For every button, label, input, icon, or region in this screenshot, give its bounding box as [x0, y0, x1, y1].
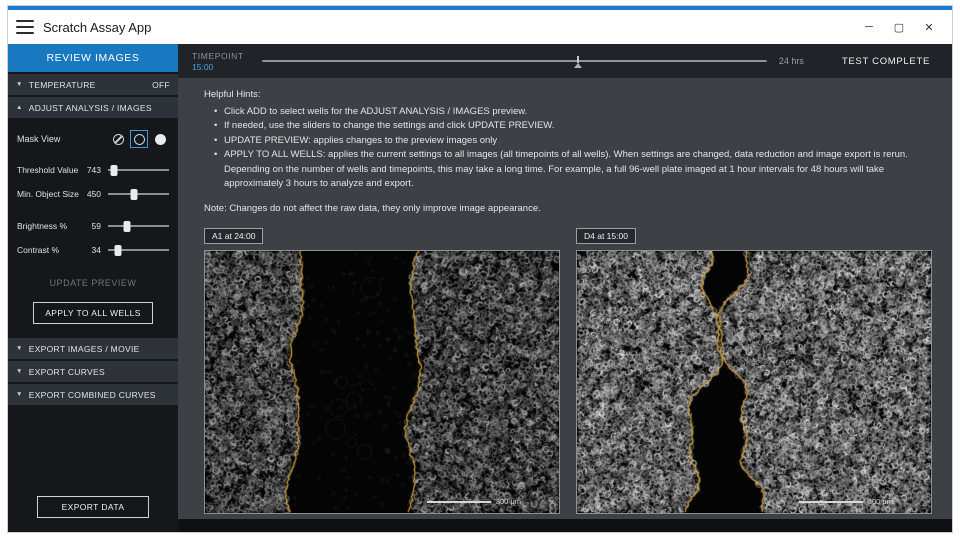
window-bottom-edge [178, 519, 952, 532]
min-object-size-value: 450 [81, 189, 101, 199]
hints-note: Note: Changes do not affect the raw data… [204, 202, 916, 217]
review-images-tab[interactable]: REVIEW IMAGES [8, 44, 178, 72]
contrast-slider[interactable] [108, 243, 169, 257]
chevron-down-icon: ▼ [16, 345, 23, 352]
min-object-size-label: Min. Object Size [17, 189, 81, 199]
scale-bar: 300 μm [799, 497, 893, 506]
export-images-movie-label: EXPORT IMAGES / MOVIE [29, 344, 140, 354]
mask-view-row: Mask View [17, 130, 169, 148]
threshold-label: Threshold Value [17, 165, 81, 175]
section-temperature[interactable]: ▼ TEMPERATURE OFF [8, 74, 178, 95]
threshold-slider[interactable] [108, 163, 169, 177]
timepoint-label: TIMEPOINT [192, 51, 250, 61]
section-adjust-label: ADJUST ANALYSIS / IMAGES [29, 103, 152, 113]
mask-view-none-button[interactable] [109, 130, 127, 148]
timepoint-group: TIMEPOINT 15:00 [192, 51, 250, 72]
scale-bar-line [799, 501, 863, 503]
microscopy-image [205, 251, 559, 513]
well-panel-a1: A1 at 24:00 300 μm [204, 228, 560, 514]
hints-title: Helpful Hints: [204, 88, 916, 103]
well-panel-d4: D4 at 15:00 300 μm [576, 228, 932, 514]
title-bar: Scratch Assay App ─ ▢ ✕ [8, 10, 952, 44]
contrast-value: 34 [81, 245, 101, 255]
brightness-label: Brightness % [17, 221, 81, 231]
adjust-analysis-panel: Mask View Threshold Value 743 Min. Objec… [8, 118, 178, 328]
brightness-slider[interactable] [108, 219, 169, 233]
timeline-slider[interactable] [262, 53, 767, 69]
timepoint-current-time: 15:00 [192, 62, 250, 72]
section-export-images-movie[interactable]: ▼ EXPORT IMAGES / MOVIE [8, 338, 178, 359]
hint-item: If needed, use the sliders to change the… [204, 119, 916, 134]
timeline-marker-handle[interactable] [574, 63, 582, 68]
timepoint-bar: TIMEPOINT 15:00 24 hrs TEST COMPLETE [178, 44, 952, 78]
export-data-button[interactable]: EXPORT DATA [37, 496, 149, 518]
mask-view-label: Mask View [17, 134, 60, 144]
min-object-size-slider[interactable] [108, 187, 169, 201]
app-title: Scratch Assay App [43, 20, 151, 35]
circle-filled-icon [155, 134, 166, 145]
chevron-down-icon: ▼ [16, 81, 23, 88]
brightness-value: 59 [81, 221, 101, 231]
mask-view-solid-button[interactable] [151, 130, 169, 148]
export-curves-label: EXPORT CURVES [29, 367, 105, 377]
circle-outline-icon [134, 134, 145, 145]
section-export-curves[interactable]: ▼ EXPORT CURVES [8, 361, 178, 382]
threshold-value: 743 [81, 165, 101, 175]
min-object-size-slider-row: Min. Object Size 450 [17, 182, 169, 206]
timeline-track [262, 60, 767, 62]
hint-item: Click ADD to select wells for the ADJUST… [204, 105, 916, 120]
window-controls: ─ ▢ ✕ [854, 14, 944, 40]
maximize-button[interactable]: ▢ [884, 14, 914, 40]
export-combined-curves-label: EXPORT COMBINED CURVES [29, 390, 156, 400]
section-adjust-analysis[interactable]: ▲ ADJUST ANALYSIS / IMAGES [8, 97, 178, 118]
update-preview-button[interactable]: UPDATE PREVIEW [50, 278, 137, 288]
scale-bar-label: 300 μm [868, 497, 893, 506]
chevron-up-icon: ▲ [16, 104, 23, 111]
apply-to-all-wells-button[interactable]: APPLY TO ALL WELLS [33, 302, 153, 324]
test-status: TEST COMPLETE [842, 56, 930, 67]
app-window: Scratch Assay App ─ ▢ ✕ REVIEW IMAGES ▼ … [8, 6, 952, 532]
microscopy-image [577, 251, 931, 513]
timeline-tick [577, 56, 579, 63]
section-export-combined-curves[interactable]: ▼ EXPORT COMBINED CURVES [8, 384, 178, 405]
threshold-slider-row: Threshold Value 743 [17, 158, 169, 182]
hint-item: APPLY TO ALL WELLS: applies the current … [204, 148, 916, 192]
well-label: A1 at 24:00 [204, 228, 263, 244]
timeline-duration: 24 hrs [779, 56, 804, 66]
scale-bar-line [427, 501, 491, 503]
scale-bar-label: 300 μm [496, 497, 521, 506]
section-temperature-label: TEMPERATURE [29, 80, 96, 90]
sidebar: REVIEW IMAGES ▼ TEMPERATURE OFF ▲ ADJUST… [8, 44, 178, 532]
helpful-hints: Helpful Hints: Click ADD to select wells… [204, 88, 916, 216]
mask-view-outline-button[interactable] [130, 130, 148, 148]
chevron-down-icon: ▼ [16, 391, 23, 398]
minimize-button[interactable]: ─ [854, 14, 884, 40]
contrast-slider-row: Contrast % 34 [17, 238, 169, 262]
temperature-status: OFF [152, 80, 170, 90]
contrast-label: Contrast % [17, 245, 81, 255]
well-image-d4: 300 μm [576, 250, 932, 514]
chevron-down-icon: ▼ [16, 368, 23, 375]
main-area: Helpful Hints: Click ADD to select wells… [178, 78, 952, 519]
hint-item: UPDATE PREVIEW: applies changes to the p… [204, 134, 916, 149]
circle-slash-icon [113, 134, 124, 145]
well-label: D4 at 15:00 [576, 228, 636, 244]
preview-panels: A1 at 24:00 300 μm D4 at 15:00 [204, 228, 952, 514]
brightness-slider-row: Brightness % 59 [17, 214, 169, 238]
close-button[interactable]: ✕ [914, 14, 944, 40]
well-image-a1: 300 μm [204, 250, 560, 514]
scale-bar: 300 μm [427, 497, 521, 506]
hamburger-menu-icon[interactable] [16, 20, 34, 34]
